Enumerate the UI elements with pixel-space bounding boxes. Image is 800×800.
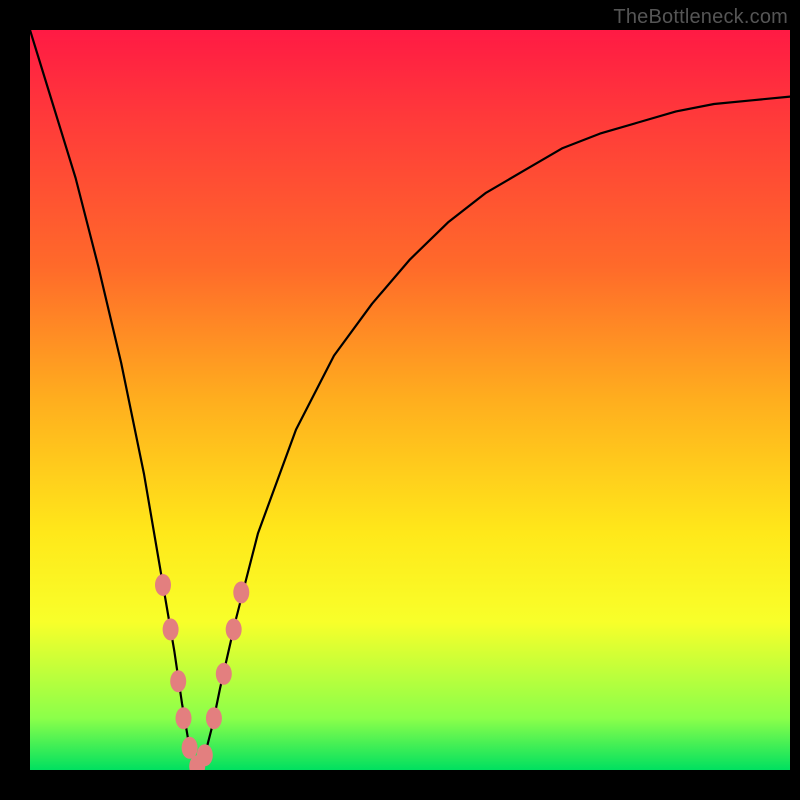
- data-marker: [176, 707, 192, 729]
- data-marker: [226, 618, 242, 640]
- chart-svg: [30, 30, 790, 770]
- data-marker: [206, 707, 222, 729]
- data-marker: [197, 744, 213, 766]
- watermark-caption: TheBottleneck.com: [613, 6, 788, 29]
- bottleneck-curve: [30, 30, 790, 770]
- data-marker: [155, 574, 171, 596]
- plot-area: [30, 30, 790, 770]
- marker-group: [155, 574, 249, 770]
- chart-frame: TheBottleneck.com: [0, 0, 800, 800]
- data-marker: [216, 663, 232, 685]
- data-marker: [233, 581, 249, 603]
- data-marker: [163, 618, 179, 640]
- data-marker: [182, 737, 198, 759]
- data-marker: [170, 670, 186, 692]
